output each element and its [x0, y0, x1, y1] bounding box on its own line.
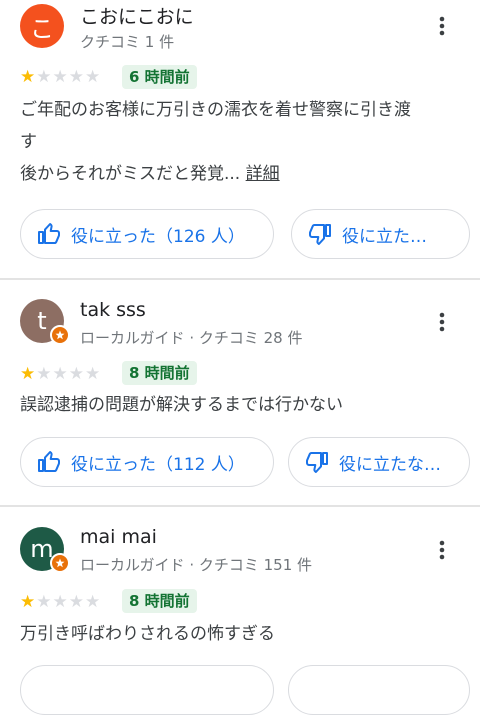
read-more-link[interactable]: 詳細	[246, 164, 280, 184]
more-options-icon[interactable]	[430, 14, 454, 38]
unhelpful-label: 役に立たな…	[339, 454, 441, 475]
unhelpful-button[interactable]: 役に立た…	[291, 209, 470, 259]
reviewer-name[interactable]: mai mai	[80, 526, 157, 548]
star-icon: ★	[85, 67, 101, 87]
review-card: こ こおにこおに クチコミ 1 件 ★ ★ ★ ★ ★ 6 時間前 ご年配のお客…	[0, 0, 480, 278]
thumb-down-icon	[306, 452, 328, 473]
more-options-icon[interactable]	[430, 538, 454, 562]
review-text: ご年配のお客様に万引きの濡衣を着せ警察に引き渡 す 後からそれがミスだと発覚..…	[20, 94, 460, 190]
star-rating: ★ ★ ★ ★ ★	[20, 593, 100, 611]
time-badge: 6 時間前	[122, 65, 197, 89]
review-text-line-last: 後からそれがミスだと発覚... 詳細	[20, 158, 460, 190]
review-text-line: ご年配のお客様に万引きの濡衣を着せ警察に引き渡	[20, 100, 411, 120]
star-icon: ★	[36, 364, 52, 384]
review-card: m mai mai ローカルガイド · クチコミ 151 件 ★ ★ ★ ★ ★…	[0, 507, 480, 715]
star-icon: ★	[20, 592, 36, 612]
star-icon: ★	[68, 592, 84, 612]
star-icon: ★	[52, 67, 68, 87]
star-icon: ★	[52, 364, 68, 384]
thumb-up-icon	[38, 223, 60, 244]
review-text-line: 後からそれがミスだと発覚...	[20, 164, 241, 184]
star-icon: ★	[20, 364, 36, 384]
star-icon: ★	[20, 67, 36, 87]
avatar[interactable]: こ	[20, 4, 64, 48]
more-options-icon[interactable]	[430, 310, 454, 334]
avatar-letter: t	[37, 307, 47, 335]
local-guide-badge-icon	[50, 553, 70, 573]
star-icon: ★	[85, 592, 101, 612]
review-text-line: 万引き呼ばわりされるの怖すぎる	[20, 624, 275, 644]
star-rating: ★ ★ ★ ★ ★	[20, 68, 100, 86]
review-text: 万引き呼ばわりされるの怖すぎる	[20, 618, 460, 650]
reviewer-meta: ローカルガイド · クチコミ 151 件	[80, 556, 313, 574]
unhelpful-button[interactable]: 役に立たな…	[288, 437, 470, 487]
thumb-down-icon	[309, 224, 331, 245]
helpful-button[interactable]: 役に立った（126 人）	[20, 209, 274, 259]
review-text-line: す	[20, 132, 37, 152]
star-icon: ★	[68, 364, 84, 384]
star-icon: ★	[85, 364, 101, 384]
reviewer-name[interactable]: こおにこおに	[80, 2, 194, 29]
reviewer-meta: ローカルガイド · クチコミ 28 件	[80, 329, 303, 347]
unhelpful-label: 役に立た…	[342, 226, 427, 247]
helpful-button[interactable]: 役に立った（112 人）	[20, 437, 274, 487]
helpful-label: 役に立った（126 人）	[71, 226, 245, 247]
review-card: t tak sss ローカルガイド · クチコミ 28 件 ★ ★ ★ ★ ★ …	[0, 280, 480, 505]
star-icon: ★	[68, 67, 84, 87]
review-text: 誤認逮捕の問題が解決するまでは行かない	[20, 389, 460, 421]
helpful-label: 役に立った（112 人）	[71, 454, 245, 475]
time-badge: 8 時間前	[122, 361, 197, 385]
avatar-letter: こ	[30, 14, 54, 43]
star-icon: ★	[36, 592, 52, 612]
star-icon: ★	[36, 67, 52, 87]
reviewer-meta: クチコミ 1 件	[80, 33, 175, 51]
star-icon: ★	[52, 592, 68, 612]
reviewer-name[interactable]: tak sss	[80, 299, 146, 321]
thumb-up-icon	[38, 451, 60, 472]
time-badge: 8 時間前	[122, 589, 197, 613]
local-guide-badge-icon	[50, 325, 70, 345]
star-rating: ★ ★ ★ ★ ★	[20, 365, 100, 383]
review-text-line: 誤認逮捕の問題が解決するまでは行かない	[20, 395, 343, 415]
